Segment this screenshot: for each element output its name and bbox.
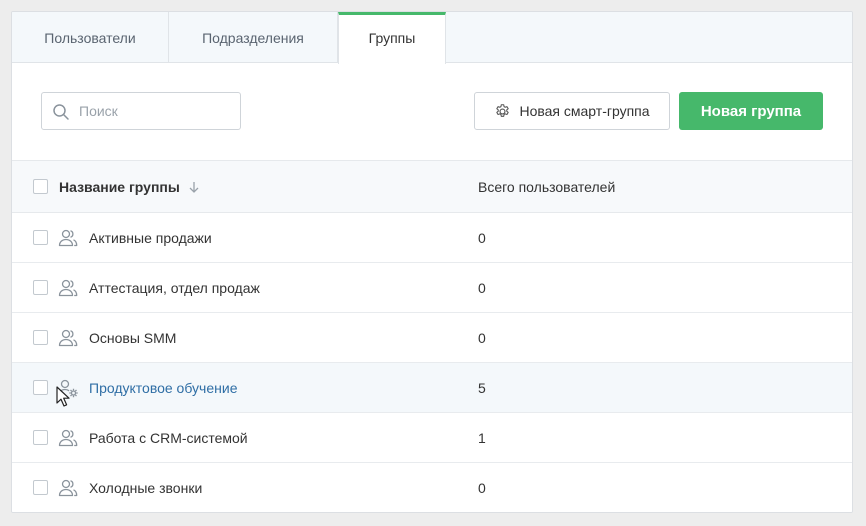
users-gear-icon [57, 379, 78, 398]
groups-panel: Пользователи Подразделения Группы Новая … [11, 11, 853, 513]
users-icon [58, 229, 78, 247]
column-header-count: Всего пользователей [478, 179, 616, 195]
table-row[interactable]: Аттестация, отдел продаж 0 [12, 263, 852, 313]
table-row[interactable]: Активные продажи 0 [12, 213, 852, 263]
group-user-count: 0 [478, 279, 486, 296]
group-user-count: 0 [478, 479, 486, 496]
table-row[interactable]: Основы SMM 0 [12, 313, 852, 363]
group-user-count: 1 [478, 429, 486, 446]
users-icon [58, 479, 78, 497]
row-checkbox[interactable] [33, 230, 48, 245]
group-user-count: 0 [478, 329, 486, 346]
tab-departments[interactable]: Подразделения [169, 12, 338, 63]
tab-bar: Пользователи Подразделения Группы [12, 12, 852, 64]
group-user-count: 5 [478, 379, 486, 396]
tab-groups[interactable]: Группы [338, 12, 446, 64]
new-smart-group-label: Новая смарт-группа [519, 103, 650, 119]
group-user-count: 0 [478, 229, 486, 246]
group-name-link[interactable]: Холодные звонки [89, 463, 202, 512]
search-icon [53, 104, 69, 120]
table-header: Название группы Всего пользователей [12, 160, 852, 213]
group-name-link[interactable]: Работа с CRM-системой [89, 413, 248, 462]
arrow-down-icon [189, 182, 199, 193]
table-row[interactable]: Продуктовое обучение 5 [12, 363, 852, 413]
row-checkbox[interactable] [33, 330, 48, 345]
new-group-button[interactable]: Новая группа [679, 92, 823, 130]
users-icon [58, 279, 78, 297]
group-name-link[interactable]: Продуктовое обучение [89, 363, 237, 412]
group-name-link[interactable]: Аттестация, отдел продаж [89, 263, 260, 312]
table-row[interactable]: Холодные звонки 0 [12, 463, 852, 512]
row-checkbox[interactable] [33, 380, 48, 395]
column-header-name[interactable]: Название группы [59, 161, 200, 213]
select-all-checkbox[interactable] [33, 179, 48, 194]
tab-users[interactable]: Пользователи [12, 12, 169, 63]
search-box[interactable] [41, 92, 241, 130]
gear-icon [496, 103, 510, 117]
group-name-link[interactable]: Основы SMM [89, 313, 176, 362]
row-checkbox[interactable] [33, 480, 48, 495]
users-icon [58, 429, 78, 447]
column-header-name-label: Название группы [59, 179, 180, 195]
group-name-link[interactable]: Активные продажи [89, 213, 212, 262]
table-row[interactable]: Работа с CRM-системой 1 [12, 413, 852, 463]
users-icon [58, 329, 78, 347]
row-checkbox[interactable] [33, 430, 48, 445]
row-checkbox[interactable] [33, 280, 48, 295]
new-smart-group-button[interactable]: Новая смарт-группа [474, 92, 670, 130]
search-input[interactable] [79, 93, 234, 129]
